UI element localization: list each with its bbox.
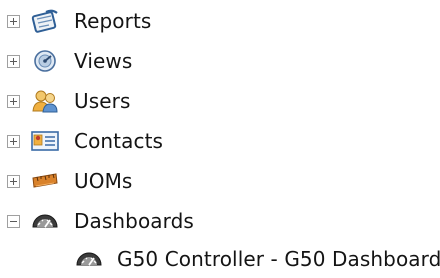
tree-node-users[interactable]: Users xyxy=(0,84,180,118)
dashboard-icon xyxy=(74,246,104,272)
tree-child-node-g50-dashboard[interactable]: G50 Controller - G50 Dashboard xyxy=(0,242,440,276)
tree-node-label: Reports xyxy=(74,9,152,33)
tree-node-label: Views xyxy=(74,49,133,73)
tree-node-views[interactable]: Views xyxy=(0,44,180,78)
uoms-ruler-icon xyxy=(30,168,60,194)
expand-toggle-icon[interactable] xyxy=(7,174,20,188)
expand-toggle-icon[interactable] xyxy=(7,14,20,28)
expand-toggle-icon[interactable] xyxy=(7,94,20,108)
tree-node-label: Contacts xyxy=(74,129,164,153)
tree-node-label: Dashboards xyxy=(74,209,194,233)
reports-clipboard-icon xyxy=(30,8,60,34)
tree-node-label: Users xyxy=(74,89,131,113)
tree-node-uoms[interactable]: UOMs xyxy=(0,164,180,198)
expand-toggle-icon[interactable] xyxy=(7,134,20,148)
tree-node-dashboards[interactable]: Dashboards xyxy=(0,204,220,238)
navigation-tree: Reports Views Users Contacts UOMs Dashbo… xyxy=(0,0,440,278)
tree-node-reports[interactable]: Reports xyxy=(0,4,180,38)
tree-node-contacts[interactable]: Contacts xyxy=(0,124,180,158)
tree-node-label: G50 Controller - G50 Dashboard xyxy=(117,247,440,271)
users-people-icon xyxy=(30,88,60,114)
collapse-toggle-icon[interactable] xyxy=(7,214,20,228)
tree-node-label: UOMs xyxy=(74,169,133,193)
dashboard-icon xyxy=(30,208,60,234)
views-gauge-icon xyxy=(30,48,60,74)
contacts-card-icon xyxy=(30,128,60,154)
expand-toggle-icon[interactable] xyxy=(7,54,20,68)
